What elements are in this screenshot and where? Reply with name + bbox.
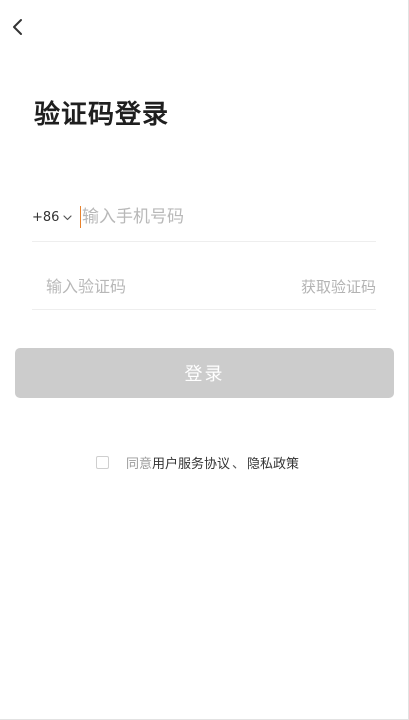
agreement-separator: 、 <box>232 457 246 472</box>
chevron-left-icon <box>13 19 22 35</box>
get-code-button[interactable]: 获取验证码 <box>301 276 376 297</box>
country-code-label: +86 <box>32 210 60 225</box>
agreement-row: 同意 用户服务协议 、 隐私政策 <box>96 453 299 472</box>
agreement-prefix: 同意 <box>126 457 153 472</box>
login-page: 验证码登录 +86 获取验证码 登录 同意 用户服务协议 、 隐私政策 <box>0 0 409 720</box>
code-row: 获取验证码 <box>32 260 376 310</box>
privacy-policy-link[interactable]: 隐私政策 <box>247 453 299 472</box>
login-button[interactable]: 登录 <box>15 348 394 398</box>
text-caret <box>80 206 81 228</box>
phone-row: +86 <box>32 192 376 242</box>
country-code-selector[interactable]: +86 <box>32 210 73 225</box>
page-title: 验证码登录 <box>34 100 170 130</box>
phone-input[interactable] <box>82 203 362 231</box>
service-agreement-link[interactable]: 用户服务协议 <box>152 453 230 472</box>
chevron-down-icon <box>63 214 73 220</box>
verification-code-input[interactable] <box>46 272 246 300</box>
agreement-checkbox[interactable] <box>96 456 109 469</box>
back-button[interactable] <box>6 14 30 40</box>
